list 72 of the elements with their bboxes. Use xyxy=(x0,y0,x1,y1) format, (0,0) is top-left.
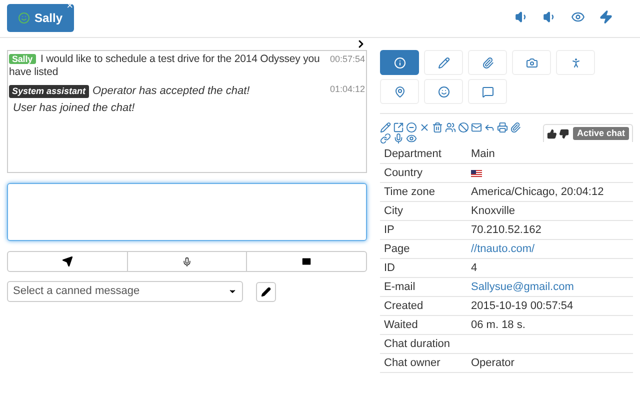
send-icon xyxy=(62,256,73,267)
dropdown-caret-icon xyxy=(228,287,237,296)
paperclip-icon[interactable] xyxy=(510,122,521,133)
lightning-icon[interactable] xyxy=(599,10,613,24)
system-message: User has joined the chat! xyxy=(12,100,136,116)
close-icon[interactable] xyxy=(419,122,430,133)
ban-icon[interactable] xyxy=(458,122,469,133)
microphone-icon xyxy=(182,256,192,266)
reply-icon[interactable] xyxy=(484,122,495,133)
pencil-icon xyxy=(261,286,271,296)
edit-button[interactable] xyxy=(256,282,276,302)
system-message: Operator has accepted the chat! xyxy=(92,84,250,99)
sender-badge: Sally xyxy=(9,54,36,64)
detail-label: ID xyxy=(384,260,396,276)
message-time: 01:04:12 xyxy=(330,83,365,96)
info-tab[interactable] xyxy=(468,50,507,75)
mail-button[interactable] xyxy=(246,251,368,272)
info-tab[interactable] xyxy=(424,79,463,104)
info-tab[interactable] xyxy=(380,79,419,104)
users-icon[interactable] xyxy=(445,122,456,133)
detail-label: Waited xyxy=(384,318,419,333)
info-tab[interactable] xyxy=(512,50,551,75)
status-badge: Active chat xyxy=(572,126,629,140)
detail-value: 2015-10-19 00:57:54 xyxy=(471,298,574,314)
detail-value: Main xyxy=(471,146,495,162)
detail-label: Country xyxy=(384,166,424,181)
eye-icon[interactable] xyxy=(571,10,585,24)
paperclip-icon xyxy=(482,56,494,68)
detail-label: E-mail xyxy=(384,280,416,295)
microphone-icon[interactable] xyxy=(393,133,404,144)
detail-value: 70.210.52.162 xyxy=(471,222,542,238)
info-icon xyxy=(394,56,406,68)
us-flag-icon xyxy=(471,170,482,176)
minus-circle-icon[interactable] xyxy=(406,122,417,133)
detail-value: 06 m. 18 s. xyxy=(471,318,526,333)
detail-value: 4 xyxy=(471,260,478,276)
printer-icon[interactable] xyxy=(497,122,508,133)
face-icon xyxy=(438,86,450,98)
detail-label: Department xyxy=(384,146,442,162)
detail-value: Knoxville xyxy=(471,204,516,219)
detail-link[interactable]: Sallysue@gmail.com xyxy=(471,278,574,296)
pencil-icon xyxy=(438,56,450,68)
canned-message-select[interactable]: Select a canned message xyxy=(7,281,243,302)
external-link-icon[interactable] xyxy=(393,122,404,133)
chat-tab-label: Sally xyxy=(34,10,63,27)
chat-bubble-icon xyxy=(482,86,494,98)
message-input[interactable] xyxy=(7,183,367,241)
trash-icon[interactable] xyxy=(432,122,443,133)
info-tab[interactable] xyxy=(468,79,507,104)
map-pin-icon xyxy=(394,86,406,98)
pencil-icon[interactable] xyxy=(380,122,391,133)
detail-label: Created xyxy=(384,298,424,314)
detail-label: IP xyxy=(384,222,396,238)
link-icon[interactable] xyxy=(380,133,391,144)
detail-link[interactable]: //tnauto.com/ xyxy=(471,240,535,258)
info-tab[interactable] xyxy=(424,50,463,75)
message-time: 00:57:54 xyxy=(330,53,365,66)
face-icon xyxy=(18,12,30,24)
detail-value: Operator xyxy=(471,356,514,371)
camera-icon xyxy=(526,56,538,68)
detail-label: Time zone xyxy=(384,184,436,200)
info-tab[interactable] xyxy=(380,50,419,75)
detail-label: Chat duration xyxy=(384,336,452,352)
thumbs-up-icon[interactable] xyxy=(546,128,557,138)
detail-label: Page xyxy=(384,242,411,257)
eye-icon[interactable] xyxy=(406,133,417,144)
sender-badge: System assistant xyxy=(9,84,89,98)
detail-label: Chat owner xyxy=(384,356,442,371)
detail-label: City xyxy=(384,204,404,219)
chat-message: Sally I would like to schedule a test drive for the 2014 Odyssey you have listed xyxy=(9,53,321,79)
detail-value: America/Chicago, 20:04:12 xyxy=(471,184,604,200)
thumbs-down-icon[interactable] xyxy=(558,128,569,138)
